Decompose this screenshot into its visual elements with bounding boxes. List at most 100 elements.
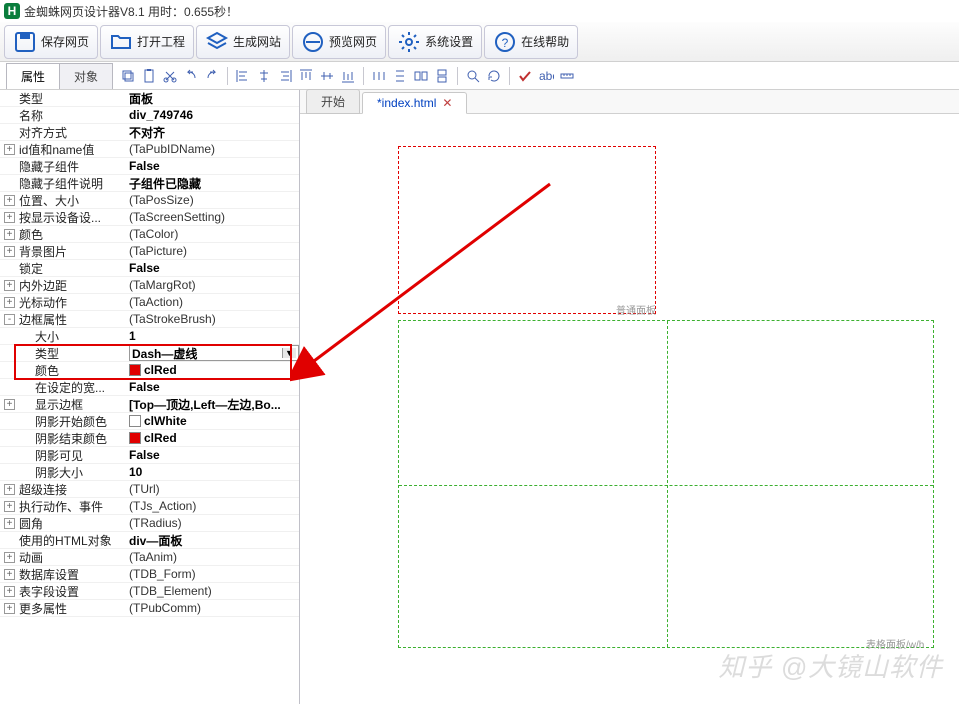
same-width-icon[interactable] bbox=[411, 66, 431, 86]
normal-panel-outline[interactable] bbox=[398, 146, 656, 314]
expand-toggle[interactable]: + bbox=[4, 501, 15, 512]
expand-toggle[interactable]: - bbox=[4, 314, 15, 325]
property-row[interactable]: +超级连接(TUrl) bbox=[0, 481, 299, 498]
property-row[interactable]: +内外边距(TaMargRot) bbox=[0, 277, 299, 294]
tab-objects[interactable]: 对象 bbox=[59, 63, 113, 89]
property-value[interactable]: (TaScreenSetting) bbox=[129, 210, 299, 224]
search-icon[interactable] bbox=[463, 66, 483, 86]
expand-toggle[interactable]: + bbox=[4, 586, 15, 597]
expand-toggle[interactable]: + bbox=[4, 212, 15, 223]
property-value[interactable]: (TaPosSize) bbox=[129, 193, 299, 207]
align-top-icon[interactable] bbox=[296, 66, 316, 86]
property-row[interactable]: 类型Dash—虚线▼ bbox=[0, 345, 299, 362]
abc-icon[interactable]: abc bbox=[536, 66, 556, 86]
property-row[interactable]: +位置、大小(TaPosSize) bbox=[0, 192, 299, 209]
property-value[interactable]: (TaAction) bbox=[129, 295, 299, 309]
property-row[interactable]: 隐藏子组件False bbox=[0, 158, 299, 175]
property-row[interactable]: 颜色clRed bbox=[0, 362, 299, 379]
property-value[interactable]: (TUrl) bbox=[129, 482, 299, 496]
property-row[interactable]: 隐藏子组件说明子组件已隐藏 bbox=[0, 175, 299, 192]
property-value[interactable]: False bbox=[129, 380, 299, 394]
property-row[interactable]: 阴影开始颜色clWhite bbox=[0, 413, 299, 430]
property-row[interactable]: +背景图片(TaPicture) bbox=[0, 243, 299, 260]
property-value[interactable]: clWhite bbox=[129, 414, 299, 428]
expand-toggle[interactable]: + bbox=[4, 195, 15, 206]
property-value[interactable]: (TaPicture) bbox=[129, 244, 299, 258]
tab-attributes[interactable]: 属性 bbox=[6, 63, 60, 89]
property-row[interactable]: +执行动作、事件(TJs_Action) bbox=[0, 498, 299, 515]
settings-button[interactable]: 系统设置 bbox=[388, 25, 482, 59]
align-center-v-icon[interactable] bbox=[317, 66, 337, 86]
property-value[interactable]: div_749746 bbox=[129, 108, 299, 122]
property-value[interactable]: (TaAnim) bbox=[129, 550, 299, 564]
property-row[interactable]: 使用的HTML对象div—面板 bbox=[0, 532, 299, 549]
property-value[interactable]: (TRadius) bbox=[129, 516, 299, 530]
design-canvas[interactable]: 普通面板 表格面板/w/h bbox=[300, 114, 959, 704]
ruler-icon[interactable] bbox=[557, 66, 577, 86]
property-value[interactable]: div—面板 bbox=[129, 532, 299, 549]
property-row[interactable]: +光标动作(TaAction) bbox=[0, 294, 299, 311]
property-row[interactable]: +更多属性(TPubComm) bbox=[0, 600, 299, 617]
property-value[interactable]: (TaStrokeBrush) bbox=[129, 312, 299, 326]
align-bottom-icon[interactable] bbox=[338, 66, 358, 86]
property-row[interactable]: 在设定的宽...False bbox=[0, 379, 299, 396]
same-height-icon[interactable] bbox=[432, 66, 452, 86]
expand-toggle[interactable]: + bbox=[4, 552, 15, 563]
help-button[interactable]: ? 在线帮助 bbox=[484, 25, 578, 59]
property-row[interactable]: +颜色(TaColor) bbox=[0, 226, 299, 243]
property-value[interactable]: 不对齐 bbox=[129, 124, 299, 141]
align-right-icon[interactable] bbox=[275, 66, 295, 86]
property-value[interactable]: False bbox=[129, 261, 299, 275]
property-row[interactable]: +动画(TaAnim) bbox=[0, 549, 299, 566]
dist-v-icon[interactable] bbox=[390, 66, 410, 86]
table-panel-outline[interactable] bbox=[398, 320, 934, 648]
expand-toggle[interactable]: + bbox=[4, 569, 15, 580]
property-value[interactable]: 1 bbox=[129, 329, 299, 343]
property-value[interactable]: clRed bbox=[129, 363, 299, 377]
tab-start[interactable]: 开始 bbox=[306, 89, 360, 114]
copy-icon[interactable] bbox=[118, 66, 138, 86]
property-value[interactable]: (TJs_Action) bbox=[129, 499, 299, 513]
chevron-down-icon[interactable]: ▼ bbox=[282, 348, 296, 358]
expand-toggle[interactable]: + bbox=[4, 246, 15, 257]
property-row[interactable]: 对齐方式不对齐 bbox=[0, 124, 299, 141]
refresh-icon[interactable] bbox=[484, 66, 504, 86]
save-button[interactable]: 保存网页 bbox=[4, 25, 98, 59]
align-left-icon[interactable] bbox=[233, 66, 253, 86]
expand-toggle[interactable]: + bbox=[4, 484, 15, 495]
property-value[interactable]: 10 bbox=[129, 465, 299, 479]
expand-toggle[interactable]: + bbox=[4, 144, 15, 155]
expand-toggle[interactable]: + bbox=[4, 399, 15, 410]
property-grid[interactable]: 类型面板名称div_749746对齐方式不对齐+id值和name值(TaPubI… bbox=[0, 90, 299, 704]
close-tab-icon[interactable]: ✕ bbox=[442, 96, 452, 110]
property-row[interactable]: 阴影结束颜色clRed bbox=[0, 430, 299, 447]
property-value[interactable]: 面板 bbox=[129, 90, 299, 107]
preview-button[interactable]: 预览网页 bbox=[292, 25, 386, 59]
expand-toggle[interactable]: + bbox=[4, 603, 15, 614]
property-row[interactable]: 名称div_749746 bbox=[0, 107, 299, 124]
expand-toggle[interactable]: + bbox=[4, 297, 15, 308]
open-button[interactable]: 打开工程 bbox=[100, 25, 194, 59]
property-row[interactable]: 类型面板 bbox=[0, 90, 299, 107]
property-value[interactable]: (TPubComm) bbox=[129, 601, 299, 615]
property-value[interactable]: Dash—虚线▼ bbox=[129, 345, 299, 361]
paste-icon[interactable] bbox=[139, 66, 159, 86]
expand-toggle[interactable]: + bbox=[4, 518, 15, 529]
property-value[interactable]: 子组件已隐藏 bbox=[129, 175, 299, 192]
property-row[interactable]: +表字段设置(TDB_Element) bbox=[0, 583, 299, 600]
property-row[interactable]: 锁定False bbox=[0, 260, 299, 277]
property-row[interactable]: 大小1 bbox=[0, 328, 299, 345]
property-value[interactable]: clRed bbox=[129, 431, 299, 445]
property-row[interactable]: 阴影可见False bbox=[0, 447, 299, 464]
property-row[interactable]: 阴影大小10 bbox=[0, 464, 299, 481]
dist-h-icon[interactable] bbox=[369, 66, 389, 86]
property-row[interactable]: +圆角(TRadius) bbox=[0, 515, 299, 532]
cut-icon[interactable] bbox=[160, 66, 180, 86]
property-value[interactable]: False bbox=[129, 448, 299, 462]
build-button[interactable]: 生成网站 bbox=[196, 25, 290, 59]
tab-index-html[interactable]: *index.html ✕ bbox=[362, 92, 467, 114]
dropdown[interactable]: Dash—虚线▼ bbox=[129, 345, 299, 361]
property-value[interactable]: (TDB_Element) bbox=[129, 584, 299, 598]
undo-icon[interactable] bbox=[181, 66, 201, 86]
property-value[interactable]: [Top—顶边,Left—左边,Bo... bbox=[129, 396, 299, 413]
